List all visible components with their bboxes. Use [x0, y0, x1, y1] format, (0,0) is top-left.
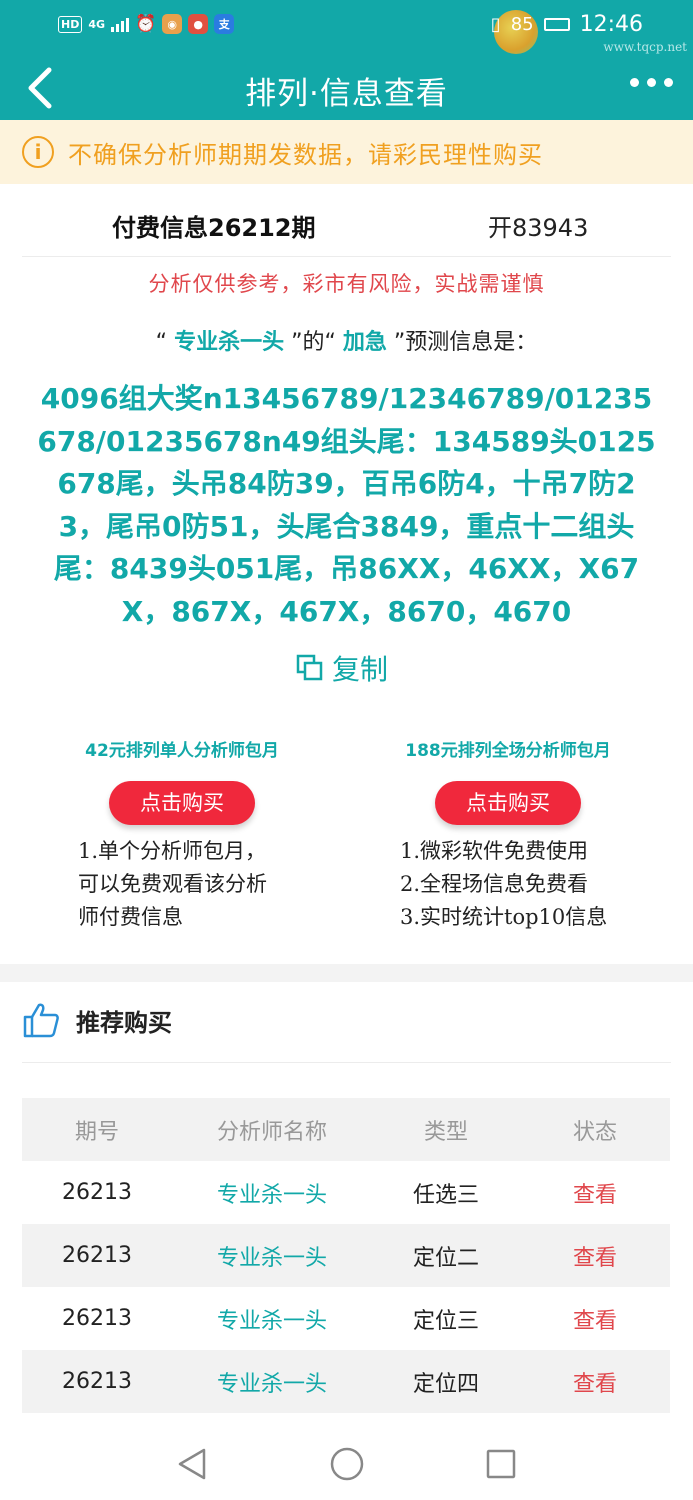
copy-label: 复制 — [332, 653, 389, 686]
package-title: 188元排列全场分析师包月 — [405, 741, 611, 761]
disclaimer-text: 分析仅供参考，彩市有风险，实战需谨慎 — [148, 272, 545, 296]
page-title: 排列·信息查看 — [245, 76, 448, 112]
nav-recents-button[interactable] — [481, 1444, 521, 1484]
circle-home-icon — [330, 1447, 364, 1481]
nav-back-button[interactable] — [172, 1444, 212, 1484]
package-single: 42元排列单人分析师包月 点击购买 1.单个分析师包月， 可以免费观看该分析 师… — [32, 736, 332, 934]
type-cell: 定位四 — [412, 1371, 479, 1397]
recommend-table: 期号 分析师名称 类型 状态 26213 专业杀一头 任选三 查看 26213 … — [22, 1098, 670, 1413]
status-bar-left: HD 4G ⏰ ◉ ● 支 — [58, 14, 235, 34]
warning-banner: i 不确保分析师期期发数据，请彩民理性购买 — [0, 120, 693, 184]
prediction-content: 4096组大奖n13456789/12346789/01235678/01235… — [37, 382, 656, 628]
package-title: 42元排列单人分析师包月 — [85, 741, 279, 761]
battery-icon — [543, 18, 570, 31]
view-link[interactable]: 查看 — [520, 1177, 670, 1209]
analyst-name: 专业杀一头 — [174, 330, 285, 355]
app-screen: HD 4G ⏰ ◉ ● 支 ▯ 85 12:46 www.tqcp.net 排列… — [0, 0, 693, 1500]
column-header-period: 期号 — [74, 1119, 119, 1145]
thumbs-up-icon — [23, 1003, 59, 1038]
copy-icon — [296, 654, 323, 681]
triangle-back-icon — [178, 1448, 206, 1480]
divider — [22, 1062, 671, 1063]
info-title: 付费信息26212期 — [112, 214, 316, 242]
alarm-icon: ⏰ — [135, 14, 157, 34]
more-dots-icon — [630, 78, 639, 87]
open-number: 开83943 — [488, 214, 589, 242]
more-button[interactable] — [630, 78, 673, 87]
period-cell: 26213 — [62, 1306, 132, 1331]
system-nav-bar — [0, 1426, 693, 1500]
type-cell: 定位二 — [412, 1245, 479, 1271]
copy-button[interactable]: 复制 — [296, 648, 388, 688]
buy-button[interactable]: 点击购买 — [435, 781, 581, 825]
column-header-status: 状态 — [572, 1119, 617, 1145]
info-row: 付费信息26212期 开83943 — [0, 208, 693, 248]
battery-level: 85 — [510, 14, 534, 35]
recommend-title: 推荐购买 — [76, 1008, 172, 1037]
analyst-link[interactable]: 专业杀一头 — [172, 1240, 372, 1272]
vibrate-icon: ▯ — [490, 14, 501, 35]
network-type: 4G — [88, 17, 106, 31]
analyst-link[interactable]: 专业杀一头 — [172, 1177, 372, 1209]
table-header: 期号 分析师名称 类型 状态 — [22, 1098, 670, 1161]
app-notification-icon-2: ● — [188, 14, 209, 34]
signal-icon — [111, 16, 130, 32]
divider — [22, 256, 671, 257]
analyst-link[interactable]: 专业杀一头 — [172, 1303, 372, 1335]
column-header-analyst: 分析师名称 — [216, 1119, 327, 1145]
clock: 12:46 — [579, 12, 643, 37]
table-row[interactable]: 26213 专业杀一头 定位四 查看 — [22, 1350, 670, 1413]
view-link[interactable]: 查看 — [520, 1366, 670, 1398]
package-all: 188元排列全场分析师包月 点击购买 1.微彩软件免费使用 2.全程场信息免费看… — [358, 736, 658, 934]
period-cell: 26213 — [62, 1243, 132, 1268]
period-cell: 26213 — [62, 1180, 132, 1205]
hd-badge: HD — [58, 15, 83, 33]
analyst-link[interactable]: 专业杀一头 — [172, 1366, 372, 1398]
prediction-label: “ 专业杀一头 ”的“ 加急 ”预测信息是： — [155, 330, 538, 355]
table-row[interactable]: 26213 专业杀一头 定位二 查看 — [22, 1224, 670, 1287]
type-cell: 任选三 — [412, 1182, 479, 1208]
prediction-mode: 加急 — [342, 330, 387, 355]
recommend-header: 推荐购买 — [22, 1002, 172, 1038]
package-description: 1.微彩软件免费使用 2.全程场信息免费看 3.实时统计top10信息 — [400, 839, 608, 929]
status-bar: HD 4G ⏰ ◉ ● 支 ▯ 85 12:46 www.tqcp.net — [0, 0, 693, 54]
table-row[interactable]: 26213 专业杀一头 定位三 查看 — [22, 1287, 670, 1350]
app-header: 排列·信息查看 — [0, 54, 693, 120]
section-separator — [0, 964, 693, 982]
type-cell: 定位三 — [412, 1308, 479, 1334]
app-notification-icon: ◉ — [162, 14, 183, 34]
column-header-type: 类型 — [423, 1119, 468, 1145]
watermark-url: www.tqcp.net — [603, 40, 687, 54]
table-row[interactable]: 26213 专业杀一头 任选三 查看 — [22, 1161, 670, 1224]
info-icon: i — [22, 136, 54, 168]
package-description: 1.单个分析师包月， 可以免费观看该分析 师付费信息 — [78, 839, 267, 929]
alipay-icon: 支 — [214, 14, 235, 34]
status-bar-right: ▯ 85 12:46 — [491, 12, 643, 37]
square-recents-icon — [486, 1449, 516, 1479]
period-cell: 26213 — [62, 1369, 132, 1394]
view-link[interactable]: 查看 — [520, 1303, 670, 1335]
buy-button[interactable]: 点击购买 — [109, 781, 255, 825]
warning-text: 不确保分析师期期发数据，请彩民理性购买 — [68, 140, 543, 169]
nav-home-button[interactable] — [327, 1444, 367, 1484]
view-link[interactable]: 查看 — [520, 1240, 670, 1272]
